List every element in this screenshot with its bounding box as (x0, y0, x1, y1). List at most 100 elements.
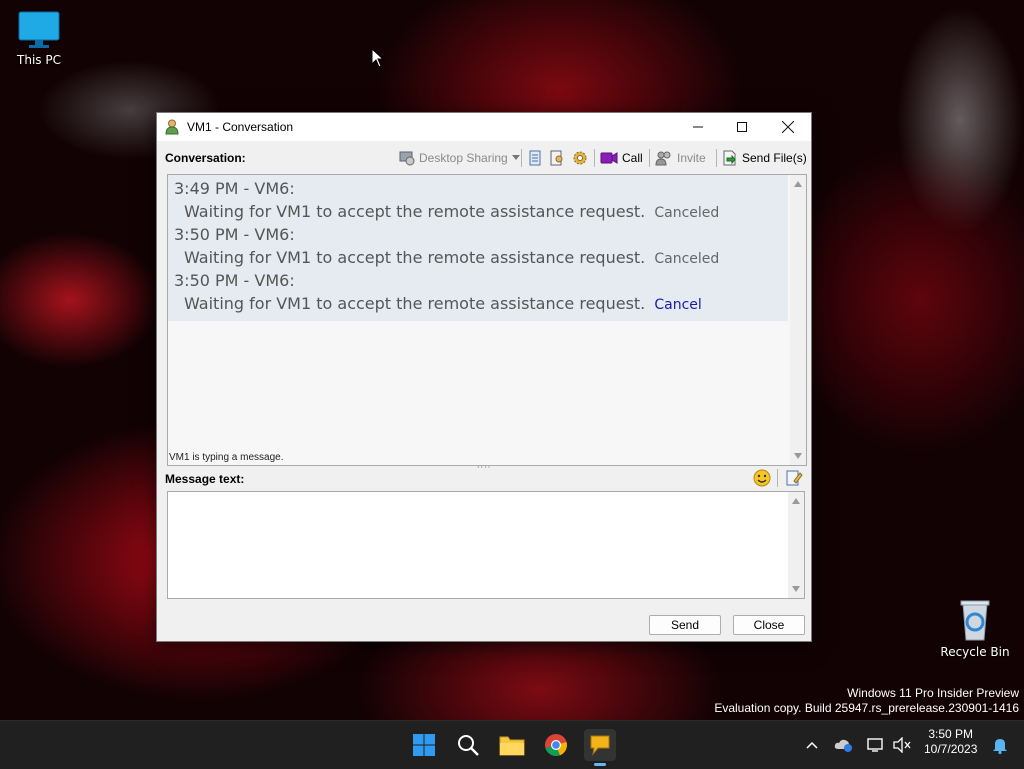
recycle-bin-desktop-icon[interactable]: Recycle Bin (940, 598, 1010, 659)
desktop-sharing-button[interactable]: Desktop Sharing (399, 149, 520, 167)
notebook-icon (529, 150, 541, 166)
bell-icon (993, 739, 1007, 754)
close-icon (782, 121, 794, 133)
messenger-app-button[interactable] (584, 729, 616, 761)
video-camera-icon (600, 152, 618, 164)
edit-note-icon (786, 470, 803, 486)
system-clock[interactable]: 3:50 PM 10/7/2023 (924, 727, 977, 757)
message-body: Waiting for VM1 to accept the remote ass… (184, 202, 646, 221)
message-body: Waiting for VM1 to accept the remote ass… (184, 248, 646, 267)
clock-date: 10/7/2023 (924, 742, 978, 756)
whiteboard-button[interactable] (527, 149, 543, 167)
send-files-label: Send File(s) (742, 151, 807, 165)
toolbar-separator (521, 149, 522, 167)
message-list: 3:49 PM - VM6: Waiting for VM1 to accept… (168, 175, 788, 321)
chat-scrollbar[interactable] (790, 175, 806, 465)
people-icon (655, 151, 671, 166)
minimize-button[interactable] (675, 113, 721, 141)
show-hidden-icons-button[interactable] (796, 729, 828, 761)
onedrive-tray-button[interactable] (828, 729, 860, 761)
scroll-down-arrow[interactable] (794, 453, 802, 459)
conversation-label: Conversation: (165, 151, 246, 165)
notifications-button[interactable] (984, 729, 1016, 761)
scroll-up-arrow[interactable] (794, 181, 802, 187)
cancel-request-link[interactable]: Cancel (654, 297, 701, 313)
watermark-build: Evaluation copy. Build 25947.rs_prerelea… (714, 701, 1019, 715)
windows-logo-icon (413, 734, 435, 756)
toolbar-separator (716, 149, 717, 167)
message-header: 3:50 PM - VM6: (174, 271, 295, 290)
call-label: Call (622, 151, 643, 165)
clock-time: 3:50 PM (928, 727, 974, 741)
chevron-up-icon (806, 741, 818, 749)
toolbar-separator (594, 149, 595, 167)
active-app-indicator (594, 763, 606, 766)
watermark-edition: Windows 11 Pro Insider Preview (847, 686, 1019, 700)
message-header: 3:50 PM - VM6: (174, 225, 295, 244)
toolbar-separator (649, 149, 650, 167)
chevron-down-icon (511, 155, 520, 160)
network-icon (867, 738, 883, 752)
smiley-icon (753, 469, 771, 487)
toolbar-separator (777, 469, 778, 487)
send-file-icon (723, 150, 736, 166)
volume-tray-button[interactable] (886, 729, 918, 761)
message-text: Waiting for VM1 to accept the remote ass… (184, 294, 702, 313)
invite-button[interactable]: Invite (655, 149, 706, 167)
gear-icon (573, 151, 587, 165)
contact-icon (165, 119, 179, 135)
this-pc-label: This PC (17, 53, 61, 67)
chrome-icon (545, 734, 567, 757)
send-files-button[interactable]: Send File(s) (722, 149, 807, 167)
scroll-down-arrow[interactable] (792, 586, 800, 592)
chat-history[interactable]: 3:49 PM - VM6: Waiting for VM1 to accept… (167, 174, 807, 466)
send-button[interactable]: Send (649, 615, 721, 635)
cloud-info-icon (834, 739, 852, 752)
close-button[interactable]: Close (733, 615, 805, 635)
recycle-bin-icon (960, 600, 990, 641)
close-window-button[interactable] (765, 113, 811, 141)
message-scrollbar[interactable] (788, 492, 804, 598)
maximize-icon (737, 122, 747, 132)
send-contact-button[interactable] (549, 149, 565, 167)
search-button[interactable] (452, 729, 484, 761)
scroll-up-arrow[interactable] (792, 498, 800, 504)
recycle-bin-label: Recycle Bin (940, 645, 1010, 659)
status-canceled: Canceled (654, 251, 720, 267)
windows-watermark: Windows 11 Pro Insider Preview Evaluatio… (714, 686, 1019, 716)
message-input[interactable] (167, 491, 805, 599)
folder-icon (499, 736, 525, 756)
file-explorer-button[interactable] (496, 729, 528, 761)
pane-splitter-grip[interactable]: ···· (477, 464, 491, 472)
conversation-window: VM1 - Conversation Conversation: Desktop… (156, 112, 812, 642)
status-canceled: Canceled (654, 205, 720, 221)
window-title: VM1 - Conversation (187, 120, 294, 134)
settings-button[interactable] (572, 149, 588, 167)
monitor-icon (18, 11, 60, 48)
desktop-sharing-label: Desktop Sharing (419, 151, 508, 165)
chrome-button[interactable] (540, 729, 572, 761)
minimize-icon (693, 126, 703, 128)
title-bar[interactable]: VM1 - Conversation (157, 113, 811, 141)
chat-bubble-icon (590, 735, 610, 756)
contact-card-icon (550, 150, 563, 166)
volume-muted-icon (893, 737, 911, 753)
format-text-button[interactable] (785, 469, 803, 490)
message-text: Waiting for VM1 to accept the remote ass… (184, 248, 719, 267)
message-text: Waiting for VM1 to accept the remote ass… (184, 202, 719, 221)
message-header: 3:49 PM - VM6: (174, 179, 295, 198)
start-button[interactable] (408, 729, 440, 761)
this-pc-desktop-icon[interactable]: This PC (8, 10, 70, 67)
typing-indicator: VM1 is typing a message. (169, 452, 284, 463)
conversation-toolbar: Conversation: Desktop Sharing Call Invit… (157, 141, 811, 175)
call-button[interactable]: Call (600, 149, 643, 167)
desktop-sharing-icon (399, 151, 415, 166)
taskbar: 3:50 PM 10/7/2023 (0, 720, 1024, 769)
message-text-label: Message text: (165, 472, 245, 486)
emoticon-button[interactable] (753, 469, 771, 490)
mouse-cursor-icon (371, 48, 385, 68)
maximize-button[interactable] (719, 113, 765, 141)
search-icon (458, 735, 479, 756)
message-body: Waiting for VM1 to accept the remote ass… (184, 294, 646, 313)
invite-label: Invite (677, 151, 706, 165)
